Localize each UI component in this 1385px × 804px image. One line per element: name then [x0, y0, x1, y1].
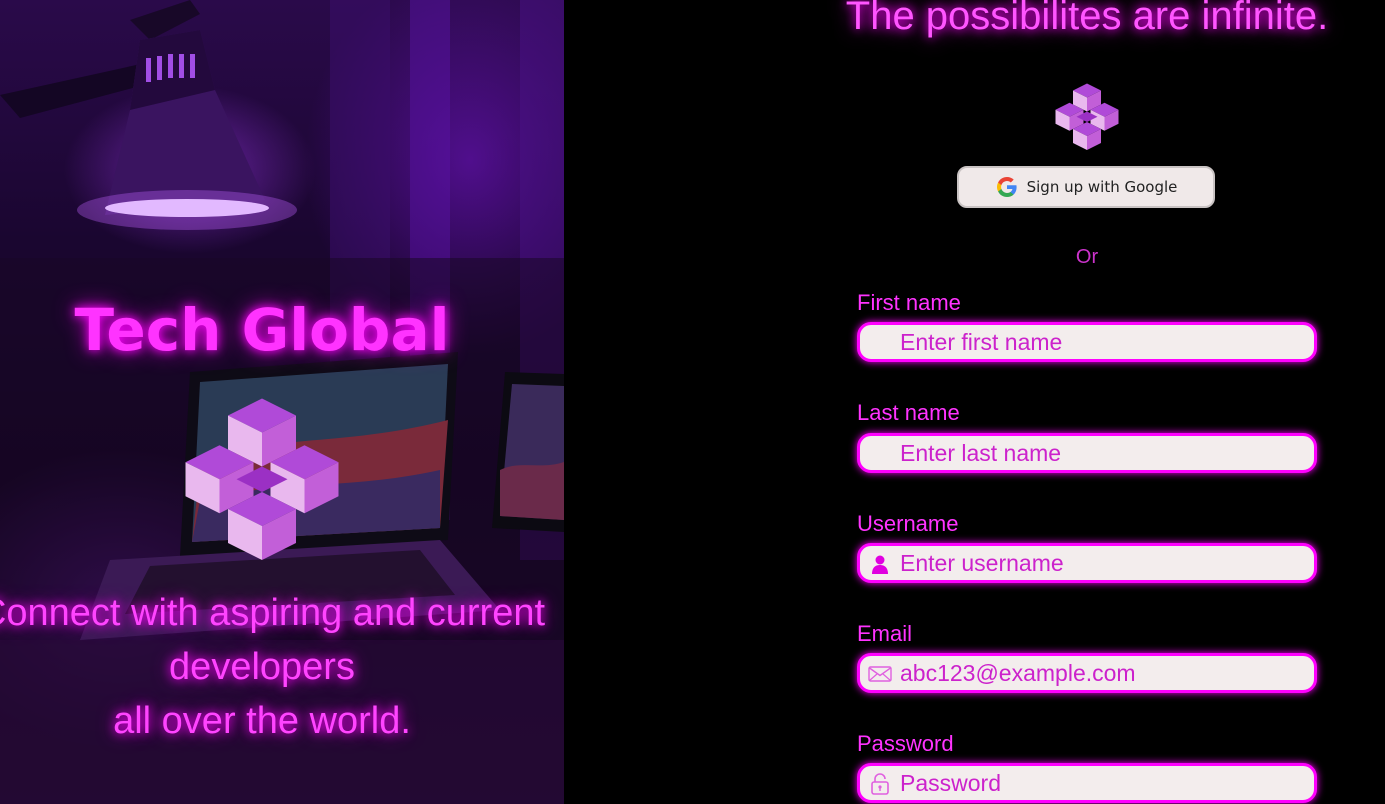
form-logo-icon — [1055, 83, 1119, 150]
last-name-label: Last name — [857, 400, 960, 425]
hero-tagline-line-1: Connect with aspiring and current — [0, 592, 546, 634]
password-input[interactable] — [900, 766, 1310, 800]
hero-panel: Tech Global Connect with aspiring and cu… — [0, 0, 564, 804]
username-input[interactable] — [900, 546, 1310, 580]
email-input[interactable] — [900, 656, 1310, 690]
password-field[interactable] — [857, 763, 1317, 803]
first-name-input[interactable] — [900, 325, 1310, 359]
hero-title: Tech Global — [74, 296, 450, 364]
username-label: Username — [857, 511, 959, 536]
password-label: Password — [857, 731, 954, 756]
lock-icon — [871, 773, 889, 795]
signup-page: Tech Global Connect with aspiring and cu… — [0, 0, 1385, 804]
first-name-field[interactable] — [857, 322, 1317, 362]
first-name-label: First name — [857, 290, 961, 315]
email-field[interactable] — [857, 653, 1317, 693]
hero-tagline-line-3: all over the world. — [113, 700, 411, 742]
user-icon — [872, 555, 888, 574]
google-signup-button[interactable]: Sign up with Google — [957, 166, 1215, 208]
hero-tagline: Connect with aspiring and current develo… — [0, 586, 564, 748]
email-label: Email — [857, 621, 913, 646]
tech-global-logo-icon — [185, 398, 339, 560]
form-heading: The possibilites are infinite. — [845, 0, 1329, 38]
or-divider-text: Or — [1075, 246, 1099, 268]
last-name-field[interactable] — [857, 433, 1317, 473]
google-icon — [996, 177, 1017, 197]
username-field[interactable] — [857, 543, 1317, 583]
last-name-input[interactable] — [900, 436, 1310, 470]
google-signup-label: Sign up with Google — [1026, 178, 1178, 196]
hero-tagline-line-2: developers — [169, 646, 355, 688]
envelope-icon — [868, 666, 892, 682]
